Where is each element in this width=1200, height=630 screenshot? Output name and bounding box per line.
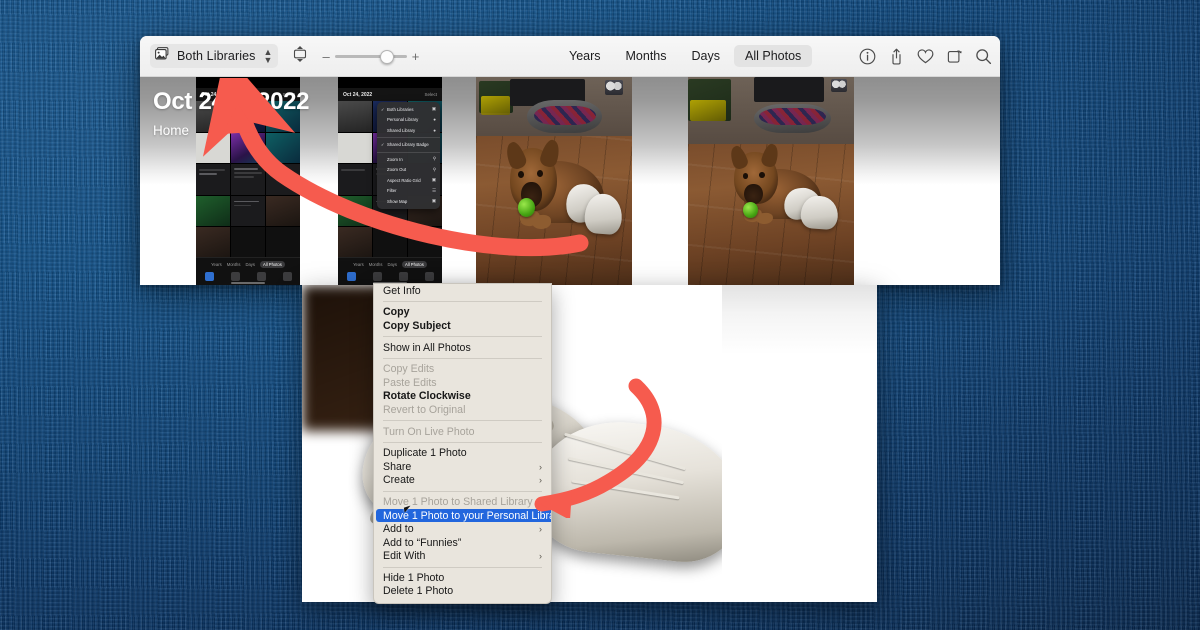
aspect-ratio-icon[interactable] [292, 45, 308, 68]
ios-segment-all-photos[interactable]: All Photos [401, 260, 427, 268]
ios-menu-label: Shared Library [387, 127, 416, 133]
photos-content-area: Oct 24, 2022 Select Years Months Days Al… [140, 77, 1000, 285]
ios-segment-months[interactable]: Months [369, 262, 383, 267]
menu-item-label: Create [383, 474, 415, 487]
menu-item-paste-edits: Paste Edits [383, 376, 437, 389]
ios-menu-item-zoom-out[interactable]: Zoom Out ⚲ [377, 165, 440, 176]
ios-menu-label: Shared Library Badge [387, 142, 429, 148]
rotate-icon[interactable] [946, 48, 963, 65]
library-selector-button[interactable]: Both Libraries ▲ ▼ [150, 44, 279, 68]
ios-menu-item-shared-library-badge[interactable]: ✓ Shared Library Badge [377, 140, 440, 151]
menu-item-create[interactable]: Create › [374, 474, 551, 488]
photo-stack-icon: ▣ [431, 106, 436, 112]
view-mode-tabs: Years Months Days All Photos [558, 45, 813, 67]
menu-item-revert-to-original: Revert to Original [383, 403, 466, 416]
map-icon: ▣ [431, 198, 436, 204]
up-down-chevron-icon[interactable]: ▲ ▼ [264, 47, 273, 64]
menu-item-share[interactable]: Share › [374, 460, 551, 474]
share-icon[interactable] [888, 48, 905, 65]
ios-menu-item-aspect-ratio-grid[interactable]: Aspect Ratio Grid ▣ [377, 175, 440, 186]
dog-with-green-ball-wide[interactable] [688, 77, 854, 285]
menu-item-copy-subject[interactable]: Copy Subject [374, 319, 551, 333]
menu-separator [383, 420, 542, 422]
ios-menu-label: Zoom Out [387, 167, 407, 173]
ios-segment-years[interactable]: Years [353, 262, 364, 267]
menu-separator [383, 490, 542, 492]
menu-item-label: Edit With [383, 550, 426, 563]
ios-menu-label: Both Libraries [387, 106, 414, 112]
menu-separator [383, 566, 542, 568]
chevron-right-icon: › [539, 551, 542, 562]
chevron-right-icon: › [539, 461, 542, 472]
filter-icon: ☰ [431, 187, 436, 193]
favorite-heart-icon[interactable] [917, 48, 934, 65]
ios-select-label[interactable]: Select [424, 92, 437, 97]
iphone-screenshot-library-menu[interactable]: Oct 24, 2022 Select ✓ Both Libraries ▣ P… [338, 77, 442, 285]
ios-menu-label: Show Map [387, 198, 408, 204]
menu-item-hide-1-photo[interactable]: Hide 1 Photo [374, 571, 551, 585]
ios-nav-date: Oct 24, 2022 [343, 91, 373, 98]
zoom-out-icon: ⚲ [432, 166, 436, 172]
ios-menu-item-filter[interactable]: Filter ☰ [377, 186, 440, 197]
photo-stack-icon [155, 47, 171, 65]
menu-item-label: Share [383, 460, 412, 473]
menu-item-copy-edits: Copy Edits [383, 363, 435, 376]
photo-context-menu: Get Info Copy Copy Subject Show in All P… [373, 283, 552, 605]
tab-days[interactable]: Days [681, 45, 731, 67]
dog-with-green-ball-closeup[interactable] [476, 77, 632, 285]
zoom-out-label[interactable]: – [322, 49, 329, 64]
toolbar-action-icons [859, 48, 992, 65]
menu-item-show-in-all-photos[interactable]: Show in All Photos [374, 341, 551, 355]
menu-separator [383, 336, 542, 338]
panel-white-space [722, 285, 877, 602]
menu-item-label: Add to [383, 523, 414, 536]
ios-menu-item-both-libraries[interactable]: ✓ Both Libraries ▣ [377, 104, 440, 115]
menu-item-get-info[interactable]: Get Info [374, 284, 551, 298]
ios-menu-item-personal-library[interactable]: Personal Library ● [377, 115, 440, 126]
menu-item-edit-with[interactable]: Edit With › [374, 550, 551, 564]
menu-separator [383, 441, 542, 443]
search-icon[interactable] [975, 48, 992, 65]
chevron-right-icon: › [539, 524, 542, 535]
ios-library-dropdown-menu: ✓ Both Libraries ▣ Personal Library ● Share… [377, 102, 440, 209]
ios-menu-label: Zoom In [387, 156, 403, 162]
ios-menu-label: Filter [387, 188, 397, 194]
aspect-icon: ▣ [431, 177, 436, 183]
zoom-slider-knob[interactable] [379, 50, 394, 64]
menu-item-duplicate-1-photo[interactable]: Duplicate 1 Photo [374, 446, 551, 460]
zoom-slider[interactable] [334, 50, 407, 64]
ios-menu-label: Aspect Ratio Grid [387, 177, 421, 183]
menu-item-copy[interactable]: Copy [374, 306, 551, 320]
menu-item-move-to-personal-library[interactable]: Move 1 Photo to your Personal Library [376, 508, 551, 523]
menu-item-rotate-clockwise[interactable]: Rotate Clockwise [374, 390, 551, 404]
photos-toolbar: Both Libraries ▲▼ – + Years Months Days [140, 36, 1000, 77]
tab-months[interactable]: Months [615, 45, 678, 67]
ios-menu-item-shared-library[interactable]: Shared Library ● [377, 125, 440, 136]
ios-menu-item-show-map[interactable]: Show Map ▣ [377, 196, 440, 207]
tab-all-photos[interactable]: All Photos [734, 45, 813, 67]
zoom-in-icon: ⚲ [432, 156, 436, 162]
photos-app-window: Both Libraries ▲▼ – + Years Months Days [140, 36, 1000, 285]
menu-item-delete-1-photo[interactable]: Delete 1 Photo [374, 585, 551, 599]
menu-separator [383, 357, 542, 359]
person-icon: ● [433, 117, 436, 123]
ios-segment-days[interactable]: Days [387, 262, 397, 267]
people-icon: ● [433, 127, 436, 133]
library-selector-label: Both Libraries [177, 49, 256, 63]
chevron-right-icon: › [539, 475, 542, 486]
menu-item-add-to[interactable]: Add to › [374, 522, 551, 536]
info-icon[interactable] [859, 48, 876, 65]
menu-item-add-to-funnies[interactable]: Add to “Funnies” [374, 536, 551, 550]
page-title: Oct 24–2 2022 [153, 88, 310, 115]
zoom-slider-group[interactable]: – + [322, 49, 419, 64]
zoom-in-label[interactable]: + [412, 49, 420, 64]
ios-menu-item-zoom-in[interactable]: Zoom In ⚲ [377, 154, 440, 165]
tab-years[interactable]: Years [558, 45, 612, 67]
location-label: Home [153, 123, 190, 138]
menu-separator [383, 301, 542, 303]
menu-item-turn-on-live-photo: Turn On Live Photo [383, 425, 475, 438]
menu-item-move-to-shared-library: Move 1 Photo to Shared Library [383, 495, 533, 508]
ios-menu-label: Personal Library [387, 117, 419, 123]
